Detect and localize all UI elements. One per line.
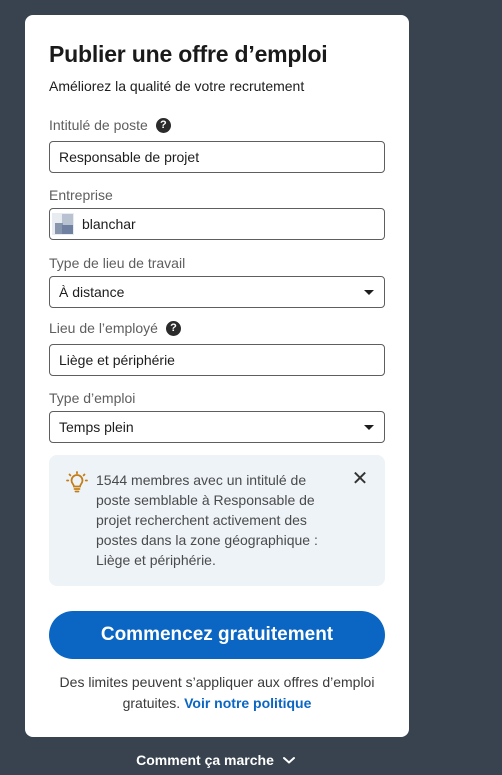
- employee-location-value: Liège et périphérie: [59, 352, 175, 368]
- employee-location-input[interactable]: Liège et périphérie: [49, 344, 385, 376]
- page-subtitle: Améliorez la qualité de votre recrutemen…: [49, 78, 305, 94]
- post-job-card: Publier une offre d’emploi Améliorez la …: [25, 15, 409, 737]
- workplace-type-label: Type de lieu de travail: [49, 255, 185, 271]
- dropdown-caret-icon: [364, 425, 374, 430]
- job-type-value: Temps plein: [59, 419, 134, 435]
- company-input[interactable]: blanchar: [49, 208, 385, 240]
- employee-location-label-text: Lieu de l’employé: [49, 320, 158, 336]
- workplace-type-select[interactable]: À distance: [49, 276, 385, 308]
- policy-link[interactable]: Voir notre politique: [184, 695, 311, 711]
- insight-text: 1544 membres avec un intitulé de poste s…: [96, 472, 318, 568]
- chevron-down-icon: [282, 757, 295, 764]
- insight-box: 1544 membres avec un intitulé de poste s…: [49, 455, 385, 586]
- job-type-select[interactable]: Temps plein: [49, 411, 385, 443]
- lightbulb-icon: [66, 471, 88, 493]
- job-title-value: Responsable de projet: [59, 149, 200, 165]
- job-title-label-text: Intitulé de poste: [49, 117, 148, 133]
- job-type-label: Type d’emploi: [49, 390, 135, 406]
- company-label: Entreprise: [49, 187, 113, 203]
- close-icon[interactable]: ✕: [350, 469, 370, 489]
- dropdown-caret-icon: [364, 290, 374, 295]
- how-it-works-label: Comment ça marche: [136, 752, 274, 768]
- job-title-label: Intitulé de poste ?: [49, 117, 171, 133]
- company-label-text: Entreprise: [49, 187, 113, 203]
- workplace-type-label-text: Type de lieu de travail: [49, 255, 186, 271]
- help-icon[interactable]: ?: [155, 117, 171, 133]
- start-free-button[interactable]: Commencez gratuitement: [49, 611, 385, 659]
- help-icon[interactable]: ?: [165, 320, 181, 336]
- job-title-input[interactable]: Responsable de projet: [49, 141, 385, 173]
- job-type-label-text: Type d’emploi: [49, 390, 136, 406]
- company-logo: [52, 213, 74, 235]
- employee-location-label: Lieu de l’employé ?: [49, 320, 181, 336]
- company-value: blanchar: [82, 216, 136, 232]
- page-title: Publier une offre d’emploi: [49, 41, 328, 67]
- limits-footnote: Des limites peuvent s’appliquer aux offr…: [49, 672, 385, 714]
- how-it-works-toggle[interactable]: Comment ça marche: [0, 752, 432, 768]
- workplace-type-value: À distance: [59, 284, 125, 300]
